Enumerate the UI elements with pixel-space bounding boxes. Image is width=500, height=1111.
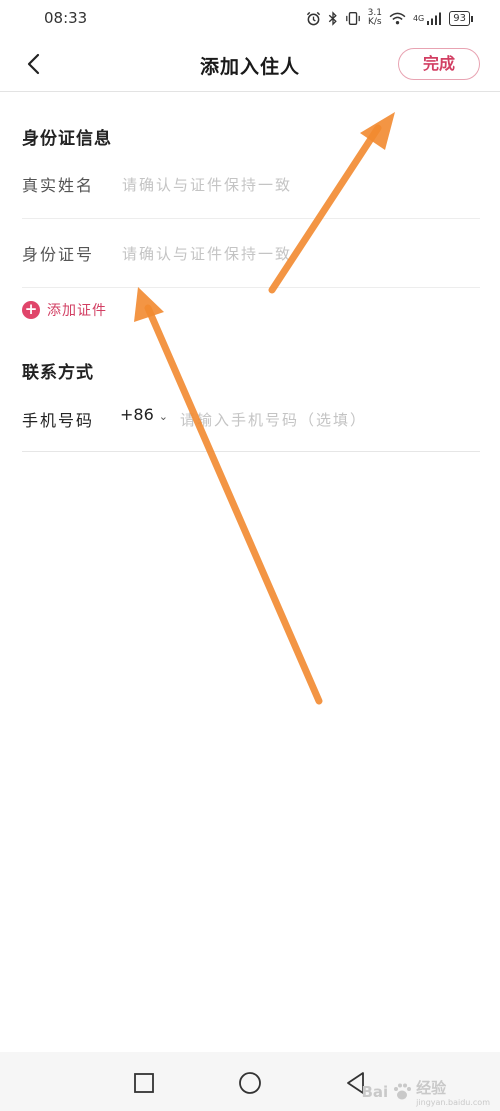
chevron-down-icon: ⌄ (158, 410, 168, 423)
header: 添加入住人 完成 (0, 36, 500, 92)
watermark-brand: Bai (361, 1083, 389, 1101)
signal-icon (427, 12, 442, 25)
bluetooth-icon (328, 10, 337, 26)
recent-apps-icon (134, 1073, 154, 1093)
phone-label: 手机号码 (22, 411, 95, 430)
alarm-icon (306, 11, 320, 25)
plus-icon: + (22, 301, 40, 319)
battery-level: 93 (453, 12, 466, 24)
arrow-to-add-certificate (134, 287, 323, 705)
name-input[interactable] (120, 164, 464, 206)
id-number-input[interactable] (120, 233, 464, 275)
status-bar: 08:33 3.1 K/s 4G 93 (0, 0, 500, 36)
home-button[interactable] (237, 1070, 263, 1096)
name-label: 真实姓名 (22, 176, 95, 195)
contact-section-title: 联系方式 (22, 363, 94, 383)
paw-icon (394, 1083, 412, 1100)
country-code-value: +86 (120, 405, 154, 424)
country-code-selector[interactable]: +86 ⌄ (120, 405, 168, 424)
watermark-url: jingyan.baidu.com (416, 1098, 490, 1107)
network-type: 4G (412, 13, 425, 23)
status-time: 08:33 (44, 9, 88, 27)
id-section-title: 身份证信息 (22, 129, 112, 149)
add-certificate-button[interactable]: + 添加证件 (22, 298, 107, 322)
watermark-suffix: 经验 (416, 1079, 447, 1097)
net-speed: 3.1 K/s (368, 9, 382, 27)
baidu-watermark: Bai 经验 jingyan.baidu.com (361, 1077, 490, 1107)
wifi-icon (389, 12, 406, 24)
done-button[interactable]: 完成 (398, 48, 480, 80)
system-nav-bar: Bai 经验 jingyan.baidu.com (0, 1052, 500, 1111)
home-icon (239, 1072, 261, 1094)
status-icons: 3.1 K/s 4G 93 (306, 9, 473, 27)
id-number-label: 身份证号 (22, 245, 95, 264)
phone-row: 手机号码 +86 ⌄ (22, 385, 480, 452)
phone-input[interactable] (178, 399, 472, 441)
recent-apps-button[interactable] (131, 1070, 157, 1096)
add-certificate-label: 添加证件 (47, 303, 107, 319)
net-speed-unit: K/s (367, 17, 382, 27)
name-row: 真实姓名 (22, 150, 480, 219)
vibrate-icon (345, 11, 360, 25)
battery-icon: 93 (449, 10, 473, 26)
id-number-row: 身份证号 (22, 219, 480, 288)
